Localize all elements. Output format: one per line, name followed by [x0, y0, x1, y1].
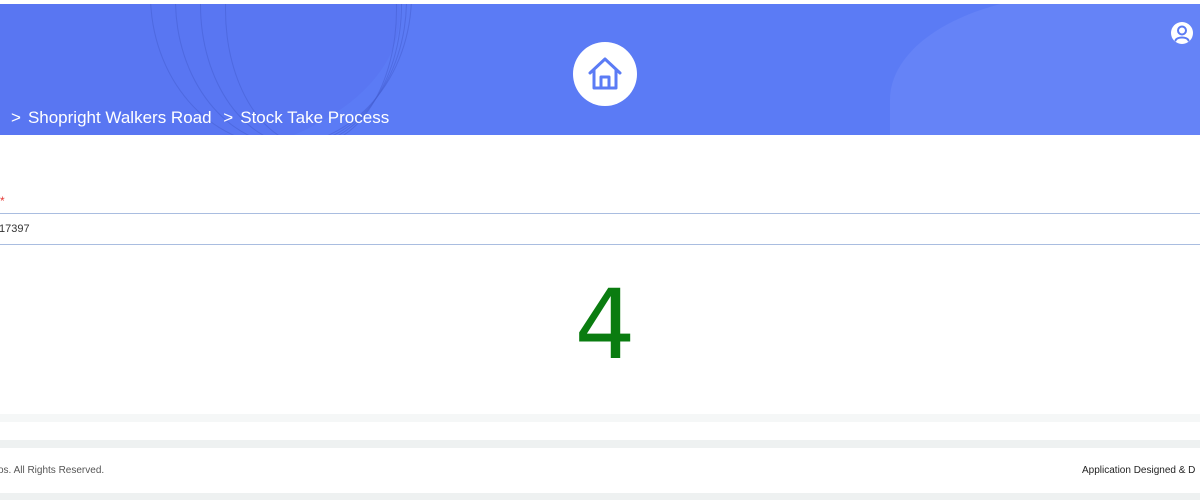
header-banner: > Shopright Walkers Road > Stock Take Proc…	[0, 4, 1200, 135]
user-account-button[interactable]	[1170, 21, 1194, 45]
page: > Shopright Walkers Road > Stock Take Proc…	[0, 0, 1200, 500]
user-circle-icon	[1171, 22, 1193, 44]
divider-band	[0, 414, 1200, 422]
home-icon	[588, 57, 622, 90]
footer-credit: Application Designed & D	[1082, 465, 1196, 476]
home-button[interactable]	[573, 42, 637, 106]
breadcrumb-item-current: Stock Take Process	[240, 108, 390, 127]
breadcrumb: > Shopright Walkers Road > Stock Take Proc…	[4, 108, 389, 128]
header-decoration-right	[890, 4, 1200, 135]
divider-band	[0, 440, 1200, 448]
barcode-input[interactable]	[0, 213, 1200, 245]
breadcrumb-item-store[interactable]: Shopright Walkers Road	[28, 108, 212, 127]
scan-count: 4	[574, 269, 636, 381]
breadcrumb-separator: >	[11, 108, 21, 127]
footer-copyright: os. All Rights Reserved.	[0, 465, 105, 476]
required-marker: *	[0, 194, 5, 208]
footer-bottom-band	[0, 493, 1200, 500]
breadcrumb-separator: >	[223, 108, 234, 127]
